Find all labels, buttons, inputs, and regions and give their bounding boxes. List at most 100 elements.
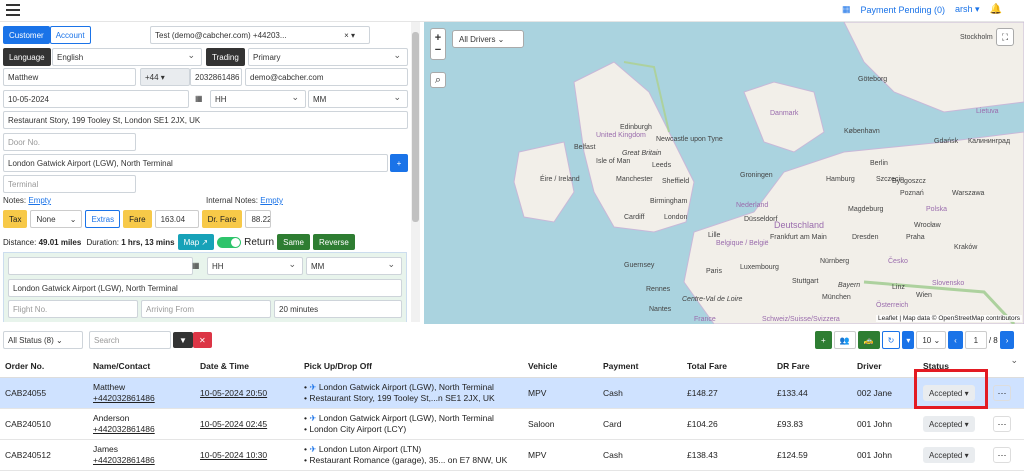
col-vehicle[interactable]: Vehicle	[523, 361, 598, 371]
zoom-control[interactable]: + −	[430, 28, 446, 60]
col-driver[interactable]: Driver	[852, 361, 918, 371]
name-input[interactable]: Matthew	[3, 68, 136, 86]
door-no-input[interactable]: Door No.	[3, 133, 136, 151]
table-row[interactable]: CAB240510 Anderson +442032861486 10-05-20…	[0, 409, 1024, 440]
date-time[interactable]: 10-05-2024 20:50	[195, 388, 299, 398]
clear-filter-button[interactable]: ✕	[193, 332, 212, 348]
phone-input[interactable]: 2032861486	[190, 68, 242, 86]
dropoff-input[interactable]: London Gatwick Airport (LGW), North Term…	[3, 154, 388, 172]
map-label-frankfurt: Frankfurt am Main	[770, 234, 827, 241]
dr-fare-input[interactable]: 88.22	[245, 210, 272, 228]
calendar-icon[interactable]: ▦	[195, 94, 203, 103]
hour-select[interactable]: HH	[210, 90, 306, 108]
zoom-out-button[interactable]: −	[435, 44, 441, 56]
per-page-select[interactable]: 10 ⌄	[916, 331, 947, 349]
reverse-button[interactable]: Reverse	[313, 234, 355, 250]
page-input[interactable]: 1	[964, 331, 987, 349]
status-filter-select[interactable]: All Status (8) ⌄	[3, 331, 83, 349]
col-payment[interactable]: Payment	[598, 361, 682, 371]
refresh-dropdown-icon[interactable]: ▾	[902, 331, 915, 349]
table-row[interactable]: CAB24055 Matthew +442032861486 10-05-2024…	[0, 378, 1024, 409]
map-label-groningen: Groningen	[740, 172, 773, 179]
return-hour-select[interactable]: HH	[207, 257, 303, 275]
minute-select[interactable]: MM	[308, 90, 408, 108]
customer-phone[interactable]: +442032861486	[93, 393, 195, 404]
calendar-icon[interactable]: ▦	[192, 261, 200, 270]
terminal-input[interactable]: Terminal	[3, 175, 136, 193]
calendar-icon[interactable]: ▦	[842, 4, 851, 15]
map-view[interactable]: Edinburgh United Kingdom Newcastle upon …	[424, 22, 1024, 324]
col-name[interactable]: Name/Contact	[88, 361, 195, 371]
return-toggle[interactable]	[217, 236, 242, 248]
filter-icon[interactable]: ▼	[173, 332, 193, 348]
customer-phone[interactable]: +442032861486	[93, 424, 195, 435]
drivers-select[interactable]: All Drivers ⌄	[452, 30, 524, 48]
add-booking-button[interactable]: +	[815, 331, 832, 349]
map-button[interactable]: Map ↗	[177, 234, 215, 250]
drivers-icon[interactable]: 👥	[833, 331, 856, 349]
same-button[interactable]: Same	[277, 234, 311, 250]
internal-notes-link[interactable]: Empty	[260, 196, 283, 205]
map-label-berlin: Berlin	[870, 160, 888, 167]
map-search-icon[interactable]: ⌕	[430, 72, 446, 88]
col-dr[interactable]: DR Fare	[772, 361, 852, 371]
add-stop-button[interactable]: +	[390, 154, 408, 172]
col-pickup[interactable]: Pick Up/Drop Off	[299, 361, 523, 371]
pickup-address: • ✈ London Gatwick Airport (LGW), North …	[304, 413, 494, 423]
map-label-stuttgart: Stuttgart	[792, 278, 819, 285]
map-label-isle-of-man: Isle of Man	[596, 158, 631, 165]
wait-time-input[interactable]: 20 minutes	[274, 300, 402, 318]
map-label-guernsey: Guernsey	[624, 262, 655, 269]
map-label-dusseldorf: Düsseldorf	[744, 216, 778, 223]
status-dropdown[interactable]: Accepted ▾	[923, 385, 975, 401]
language-select[interactable]: English	[52, 48, 202, 66]
zoom-in-button[interactable]: +	[435, 32, 441, 44]
map-label-krakow: Kraków	[954, 244, 978, 251]
col-status[interactable]: Status	[918, 361, 988, 371]
next-page-button[interactable]: ›	[999, 331, 1015, 349]
status-dropdown[interactable]: Accepted ▾	[923, 416, 975, 432]
trading-select[interactable]: Primary	[248, 48, 408, 66]
fullscreen-icon[interactable]: ⛶	[996, 28, 1014, 46]
user-menu[interactable]: arsh ▾	[955, 4, 980, 15]
search-input[interactable]: Search	[89, 331, 171, 349]
map-label-wroclaw: Wrocław	[914, 222, 941, 229]
hamburger-menu-icon[interactable]	[6, 4, 20, 16]
tab-customer[interactable]: Customer	[3, 26, 50, 44]
col-order[interactable]: Order No.	[0, 361, 88, 371]
trading-label: Trading	[206, 48, 245, 66]
return-date-input[interactable]	[8, 257, 193, 275]
vehicle-icon[interactable]: 🚕	[857, 331, 880, 349]
pickup-input[interactable]: Restaurant Story, 199 Tooley St, London …	[3, 111, 408, 129]
return-pickup-input[interactable]: London Gatwick Airport (LGW), North Term…	[8, 279, 402, 297]
date-time[interactable]: 10-05-2024 02:45	[195, 419, 299, 429]
vehicle: MPV	[528, 450, 547, 460]
tab-account[interactable]: Account	[49, 26, 91, 44]
col-datetime[interactable]: Date & Time	[195, 361, 299, 371]
pickup-address: • ✈ London Luton Airport (LTN)	[304, 444, 422, 454]
notification-bell-icon[interactable]: 🔔	[990, 4, 1002, 15]
flight-no-input[interactable]: Flight No.	[8, 300, 138, 318]
prev-page-button[interactable]: ‹	[948, 331, 963, 349]
date-time[interactable]: 10-05-2024 10:30	[195, 450, 299, 460]
customer-name: James	[93, 444, 119, 454]
return-minute-select[interactable]: MM	[306, 257, 402, 275]
extras-button[interactable]: Extras	[85, 210, 121, 228]
more-actions-button[interactable]: ⋯	[993, 416, 1011, 432]
date-input[interactable]: 10-05-2024	[3, 90, 189, 108]
map-attribution[interactable]: Leaflet | Map data © OpenStreetMap contr…	[876, 315, 1022, 322]
payment-pending-link[interactable]: Payment Pending (0)	[860, 5, 945, 15]
refresh-icon[interactable]: ↻	[881, 331, 901, 349]
arriving-from-input[interactable]: Arriving From	[141, 300, 271, 318]
panel-scrollbar[interactable]	[411, 22, 420, 322]
table-row[interactable]: CAB240512 James +442032861486 10-05-2024 …	[0, 440, 1024, 471]
fare-input[interactable]: 163.04	[154, 210, 199, 228]
account-select[interactable]: Test (demo@cabcher.com) +44203... × ▾	[150, 26, 370, 44]
more-actions-button[interactable]: ⋯	[993, 385, 1011, 401]
col-total[interactable]: Total Fare	[682, 361, 772, 371]
email-input[interactable]: demo@cabcher.com	[245, 68, 408, 86]
booking-form-panel: Customer Account Test (demo@cabcher.com)…	[0, 22, 424, 322]
phone-code-select[interactable]: +44 ▾	[140, 68, 190, 86]
notes-link[interactable]: Empty	[28, 196, 51, 205]
tax-select[interactable]: None ⌄	[30, 210, 83, 228]
